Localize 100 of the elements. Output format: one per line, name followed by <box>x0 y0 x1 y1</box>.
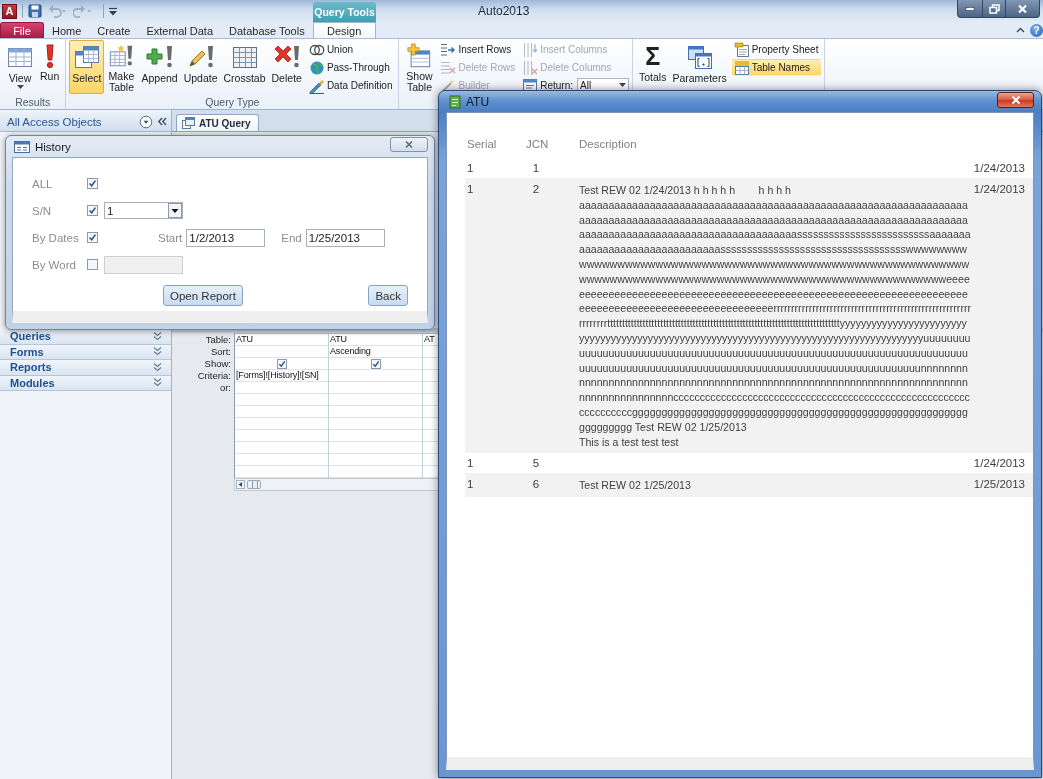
document-icon <box>449 94 461 109</box>
field-label: By Dates <box>32 231 80 244</box>
ribbon-button[interactable]: Delete <box>268 40 305 94</box>
table-cell-text: 1 <box>531 162 541 175</box>
columns-x-icon <box>522 59 539 76</box>
table-cell-text: 1 <box>466 183 475 196</box>
checkbox[interactable] <box>277 358 287 369</box>
ribbon-button[interactable]: Union <box>306 41 396 58</box>
left-arrow-icon[interactable] <box>236 480 245 489</box>
document-tab[interactable]: ATU Query <box>176 114 259 131</box>
table-cell-text: 1/24/2013 <box>972 183 1026 196</box>
column-header: Serial <box>466 138 498 151</box>
checkbox[interactable] <box>87 178 98 189</box>
group-label: Query Type <box>204 97 261 109</box>
ribbon-button[interactable]: View <box>3 40 37 94</box>
field-label: S/N <box>32 204 53 217</box>
ribbon-button[interactable]: Update <box>180 40 221 94</box>
tables-icon <box>72 43 101 71</box>
rows-x-icon <box>440 59 457 76</box>
field-label: Start <box>158 231 183 244</box>
ribbon-button[interactable]: Σ Totals <box>636 40 670 94</box>
group-label: Results <box>14 97 52 109</box>
ribbon-tab[interactable]: File <box>0 22 44 38</box>
ribbon-tab[interactable]: Home <box>44 22 90 38</box>
ribbon-button[interactable]: Property Sheet <box>731 41 822 58</box>
grid-cell[interactable]: ATU <box>329 334 423 345</box>
dropdown-circle-icon[interactable] <box>139 114 153 129</box>
ribbon-button[interactable]: Table Names <box>731 59 822 76</box>
caret-icon <box>619 83 626 87</box>
dialog-title: History <box>35 140 72 153</box>
double-chevron-left-icon[interactable] <box>157 117 167 126</box>
nav-pane-header[interactable]: All Access Objects <box>0 112 171 132</box>
description-text: Test REW 02 1/24/2013 h h h h h h h h h aaaaaaaaaaaaaaaaaaaaaaaaaaaaaaaaaaaaaaaaaaaaaaaaaaaaaaaaaaaaaaaaaaaaaaaaaaaaaaaaaaaaaaaaaaaaaaaaaaaaaaaaaaaaaaaaaaaaaaaaaaaaaaaaaaaaaaaaaaaaaaaaaaaaaaaaaaaaaaaaaaaaaaaaasssssssssssssssssssssssssaaaaaaaaaaaaaaaaaaaaaaaaaaaaaaassssssssssssssssssssssssssssssssssswwwwwwwwwwwwwwwwwwwwwwwwwwwwwwwwwwwwwwwwwwwwwwwwwwwwwwwwwwwwwwwwwwwwwwwwwwwwwwwwwwwwwwwwwwwwwwwwwwwwwwwwwwweeeeeeeeeeeeeeeeeeeeeeeeeeeeeeeeeeeeeeeeeeeeeeeeeeeeeeeeeeeeeeeeeeeeeeeeeeeeeeeeeeeeeeeeeeeeeeeeeeeeeeerrrrrrrrrrrrrrrrrrrrrrrrrrrrrrrrrrrrrrrrrrrrrrrrrrrrrrrrrrrrrrrrtttttttttttttttttttttttttttttttttttttttttttttttttttttttttttttttttttttttttttttttyyyyyyyyyyyyyyyyyyyyyyyyyyyyyyyyyyyyyyyyyyyyyyyyyyyyyyyyyyyyyyyyyyyyyyyyyyyyyyyyyyyyyyyyyuuuuuuuuuuuuuuuuuuuuuuuuuuuuuuuuuuuuuuuuuuuuuuuuuuuuuuuuuuuuuuuuuuuuuuuuuuuuuuuuuuuuuuuuuuuuuuuuuuuuuuuuuuuuuuuuuuuuuuuuuuuuuuuuuuuunnnnnnnnnnnnnnnnnnnnnnnnnnnnnnnnnnnnnnnnnnnnnnnnnnnnnnnnnnnnnnnnnnnnnnnnnnnnnnnnnnnnnnnnnnccccccccccccccccccccccccccccccccccccccccccccccccccccccccccccccccccgggggggggggggggggggggggggggggggggggggggggggggggggggggggggggggggggg Test REW 02 1/25/2013 This is a test test test <box>578 183 971 450</box>
ribbon-tab[interactable]: Create <box>89 22 139 38</box>
horizontal-scrollbar[interactable] <box>234 478 439 491</box>
date-field[interactable]: 1/25/2013 <box>305 228 385 247</box>
minimize-icon <box>965 5 975 12</box>
windows-brackets-icon <box>685 43 714 71</box>
ribbon-button[interactable]: Append <box>138 40 181 94</box>
grid-cell[interactable]: [Forms]![History]![SN] <box>235 370 329 381</box>
grid-cell[interactable]: AT <box>423 334 439 345</box>
restore-button[interactable] <box>983 0 1006 18</box>
grid-cell[interactable]: Ascending <box>329 346 423 357</box>
nav-pane-title: All Access Objects <box>7 115 103 128</box>
row-label: or: <box>219 382 231 394</box>
rows-arrow-icon <box>440 41 457 58</box>
ribbon-button[interactable]: Parameters <box>669 40 730 94</box>
close-button[interactable] <box>1006 0 1040 18</box>
column-header: Description <box>578 138 638 151</box>
globe-icon <box>308 59 325 76</box>
table-cell-text: 1/25/2013 <box>972 478 1026 492</box>
dropdown-caret-icon[interactable] <box>109 6 117 16</box>
close-button[interactable] <box>997 92 1034 108</box>
app-logo[interactable]: A <box>2 3 17 19</box>
field-label: ALL <box>32 177 54 190</box>
caret-up-icon[interactable] <box>1016 27 1025 33</box>
form-button[interactable]: Back <box>368 285 408 306</box>
ribbon-button[interactable]: Select <box>69 40 105 94</box>
ribbon-button[interactable]: Insert Rows <box>438 41 519 58</box>
ribbon-button[interactable]: Data Definition <box>306 77 396 94</box>
tables-icon <box>181 117 195 129</box>
close-icon <box>1009 95 1022 105</box>
list-icon <box>522 77 539 93</box>
pencil-ruler-icon <box>308 77 325 94</box>
ribbon-button[interactable]: Make Table <box>104 40 139 94</box>
ribbon-button[interactable]: Run <box>37 40 63 94</box>
table-cell-text: 1 <box>466 162 475 175</box>
table-header-icon <box>733 59 750 76</box>
sheet-icon <box>733 41 750 58</box>
row-label: Sort: <box>210 346 231 358</box>
minimize-button[interactable] <box>957 0 983 18</box>
date-field[interactable]: 1/2/2013 <box>186 228 266 247</box>
ribbon-button[interactable]: Show Table <box>402 40 437 94</box>
field-label: By Word <box>32 258 77 271</box>
row-label: Show: <box>204 358 231 370</box>
contextual-tab-header: Query Tools <box>313 2 376 22</box>
nav-group-header[interactable]: Reports <box>0 360 171 376</box>
exclamation-icon <box>44 43 55 69</box>
table-cell-text: 1 <box>466 457 475 471</box>
description-text: Test REW 02 1/25/2013 <box>578 478 692 494</box>
checkbox[interactable] <box>87 205 98 216</box>
field-label: End <box>281 231 302 244</box>
ribbon-button[interactable]: Crosstab <box>220 40 269 94</box>
row-label: Table: <box>205 334 231 346</box>
combo-box[interactable]: 1 <box>104 202 183 219</box>
grid-cell[interactable]: ATU <box>235 334 329 345</box>
ribbon-button[interactable]: Pass-Through <box>306 59 396 76</box>
column-header: JCN <box>526 138 550 151</box>
combo-label: Return: <box>540 79 573 91</box>
row-label: Criteria: <box>197 370 231 382</box>
checkbox[interactable] <box>87 232 98 243</box>
table-cell-text: 1/24/2013 <box>972 457 1026 471</box>
ribbon-tab[interactable]: Design <box>312 22 376 38</box>
table-cell-text: 5 <box>531 457 541 471</box>
ribbon-tab[interactable]: External Data <box>138 22 222 38</box>
columns-arrow-icon <box>522 41 539 58</box>
ribbon-tab[interactable]: Database Tools <box>221 22 313 38</box>
form-button[interactable]: Open Report <box>163 285 243 306</box>
scrollbar-thumb[interactable] <box>247 480 261 489</box>
checkbox[interactable] <box>371 358 381 369</box>
